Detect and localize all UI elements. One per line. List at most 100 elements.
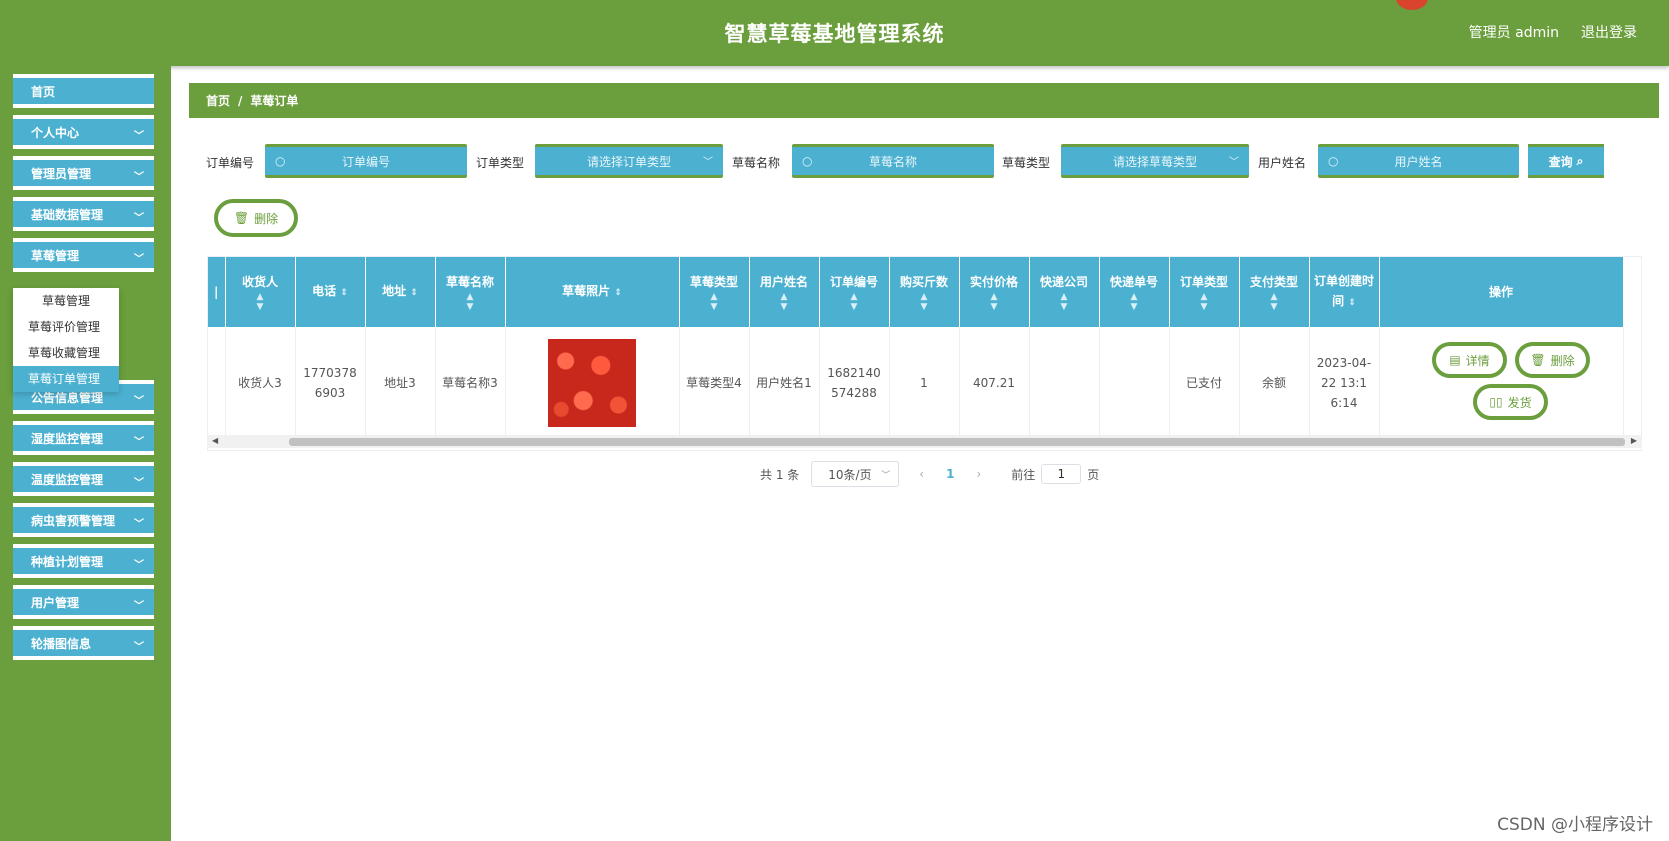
sidebar-item-strawberry[interactable]: 草莓管理 ﹀ — [13, 238, 154, 272]
header-label: 订单创建时间 — [1313, 274, 1374, 308]
bulk-delete-button[interactable]: 🗑 删除 — [214, 199, 298, 237]
row-delete-button[interactable]: 🗑 删除 — [1515, 342, 1590, 378]
chevron-down-icon: ﹀ — [134, 213, 144, 224]
sidebar-item-temperature[interactable]: 温度监控管理 ﹀ — [13, 462, 154, 496]
logout-link[interactable]: 退出登录 — [1581, 22, 1637, 42]
header-label: 购买斤数 — [899, 275, 948, 289]
sort-icon[interactable]: ▲ ▼ — [964, 292, 1025, 312]
sidebar-item-humidity[interactable]: 湿度监控管理 ﹀ — [13, 421, 154, 455]
sort-icon[interactable]: ▲ ▼ — [754, 292, 815, 312]
breadcrumb-home[interactable]: 首页 — [206, 92, 230, 109]
user-input[interactable]: ○ 用户姓名 — [1318, 144, 1519, 178]
table-header[interactable]: 草莓照片 ⇕ — [505, 257, 680, 327]
sort-icon[interactable]: ▲ ▼ — [1244, 292, 1305, 312]
table-header[interactable]: 草莓名称 ▲ ▼ — [435, 257, 506, 327]
detail-button[interactable]: ▤ 详情 — [1432, 342, 1507, 378]
sort-icon[interactable]: ▲ ▼ — [1104, 292, 1165, 312]
sidebar-item-home[interactable]: 首页 — [13, 74, 154, 108]
sort-icon[interactable]: ⇕ — [410, 288, 418, 298]
chevron-down-icon: ﹀ — [134, 172, 144, 183]
sort-icon[interactable]: ▲ ▼ — [440, 292, 501, 312]
header-label: 收货人 — [241, 275, 278, 289]
submenu-item-review[interactable]: 草莓评价管理 — [13, 314, 119, 340]
table-header[interactable]: 用户姓名 ▲ ▼ — [749, 257, 820, 327]
sort-icon[interactable]: ▲ ▼ — [894, 292, 955, 312]
chevron-down-icon: ﹀ — [881, 470, 891, 481]
submenu-item-strawberry[interactable]: 草莓管理 — [13, 288, 119, 314]
table-header[interactable]: 收货人 ▲ ▼ — [225, 257, 296, 327]
sidebar-item-planting[interactable]: 种植计划管理 ﹀ — [13, 544, 154, 578]
sidebar-item-label: 首页 — [31, 84, 56, 99]
goto-page-input[interactable]: 1 — [1041, 464, 1082, 484]
header-label: 快递公司 — [1039, 275, 1088, 289]
pay-type-cell: 余额 — [1239, 327, 1310, 439]
scroll-right-icon[interactable]: ▶ — [1631, 436, 1637, 445]
bulk-delete-label: 删除 — [254, 211, 279, 226]
submenu-item-favorite[interactable]: 草莓收藏管理 — [13, 340, 119, 366]
order-type-select[interactable]: 请选择订单类型 ﹀ — [535, 144, 723, 178]
submenu-item-order[interactable]: 草莓订单管理 — [13, 366, 119, 392]
page-size-select[interactable]: 10条/页 ﹀ — [811, 461, 900, 487]
sort-icon[interactable]: ▲ ▼ — [684, 292, 745, 312]
search-icon: ○ — [802, 154, 813, 168]
chevron-down-icon: ﹀ — [134, 437, 144, 448]
table-header[interactable]: 购买斤数 ▲ ▼ — [889, 257, 960, 327]
sidebar-item-profile[interactable]: 个人中心 ﹀ — [13, 115, 154, 149]
username-cell: 用户姓名1 — [749, 327, 820, 439]
sort-icon[interactable]: ⇕ — [614, 288, 622, 298]
top-bar: 智慧草莓基地管理系统 管理员 admin 退出登录 — [0, 0, 1669, 66]
table-header[interactable]: 订单创建时间 ⇕ — [1309, 257, 1380, 327]
table-header[interactable]: 实付价格 ▲ ▼ — [959, 257, 1030, 327]
table-header[interactable]: 支付类型 ▲ ▼ — [1239, 257, 1310, 327]
goto-label: 前往 — [1011, 467, 1036, 482]
chevron-down-icon: ﹀ — [703, 157, 713, 168]
order-no-placeholder: 订单编号 — [341, 154, 390, 169]
sort-icon[interactable]: ⇕ — [340, 288, 348, 298]
category-select[interactable]: 请选择草莓类型 ﹀ — [1061, 144, 1249, 178]
express-company-cell — [1029, 327, 1100, 439]
sidebar-item-base-data[interactable]: 基础数据管理 ﹀ — [13, 197, 154, 231]
sidebar-item-users[interactable]: 用户管理 ﹀ — [13, 585, 154, 619]
query-button[interactable]: 查询 ⌕ — [1528, 144, 1604, 178]
table-header[interactable]: 快递公司 ▲ ▼ — [1029, 257, 1100, 327]
sort-icon[interactable]: ▲ ▼ — [1174, 292, 1235, 312]
prev-page-button[interactable]: ‹ — [919, 467, 924, 481]
order-no-label: 订单编号 — [206, 156, 255, 170]
orders-table: | 收货人 ▲ ▼ 电话 ⇕ 地址 ⇕ 草莓名称 ▲ ▼ 草莓照片 ⇕ 草莓类型 ▲ ▼ 用… — [207, 256, 1642, 451]
table-header[interactable]: 订单类型 ▲ ▼ — [1169, 257, 1240, 327]
header-label: 实付价格 — [969, 275, 1018, 289]
table-header[interactable]: 草莓类型 ▲ ▼ — [679, 257, 750, 327]
table-scrollbar[interactable]: ◀ ▶ — [207, 435, 1642, 448]
table-header-actions: 操作 — [1379, 257, 1624, 327]
next-page-button[interactable]: › — [976, 467, 981, 481]
notification-avatar[interactable] — [1396, 0, 1428, 10]
sort-icon[interactable]: ▲ ▼ — [1034, 292, 1095, 312]
ship-button[interactable]: ▯▯ 发货 — [1473, 384, 1548, 420]
order-no-input[interactable]: ○ 订单编号 — [265, 144, 467, 178]
photo-cell — [505, 327, 680, 439]
strawberry-photo[interactable] — [548, 339, 636, 427]
chevron-down-icon: ﹀ — [134, 560, 144, 571]
sidebar-item-label: 管理员管理 — [31, 166, 92, 181]
sidebar-item-pest[interactable]: 病虫害预警管理 ﹀ — [13, 503, 154, 537]
sidebar-item-admin[interactable]: 管理员管理 ﹀ — [13, 156, 154, 190]
name-label: 草莓名称 — [732, 156, 781, 170]
trash-icon: 🗑 — [1530, 353, 1546, 367]
table-header[interactable]: 电话 ⇕ — [295, 257, 366, 327]
admin-label[interactable]: 管理员 admin — [1469, 22, 1559, 42]
sort-icon[interactable]: ▲ ▼ — [230, 292, 291, 312]
scrollbar-thumb[interactable] — [289, 438, 1625, 446]
chevron-down-icon: ﹀ — [134, 519, 144, 530]
page-number[interactable]: 1 — [946, 467, 954, 481]
sidebar-item-carousel[interactable]: 轮播图信息 ﹀ — [13, 626, 154, 660]
delete-label: 删除 — [1550, 353, 1575, 368]
scroll-left-icon[interactable]: ◀ — [212, 436, 218, 445]
breadcrumb: 首页 / 草莓订单 — [189, 83, 1659, 118]
table-header[interactable]: 地址 ⇕ — [365, 257, 436, 327]
name-input[interactable]: ○ 草莓名称 — [792, 144, 994, 178]
sort-icon[interactable]: ⇕ — [1348, 298, 1356, 308]
table-header[interactable]: 订单编号 ▲ ▼ — [819, 257, 890, 327]
table-header[interactable]: 快递单号 ▲ ▼ — [1099, 257, 1170, 327]
header-label: 电话 — [312, 284, 337, 298]
sort-icon[interactable]: ▲ ▼ — [824, 292, 885, 312]
